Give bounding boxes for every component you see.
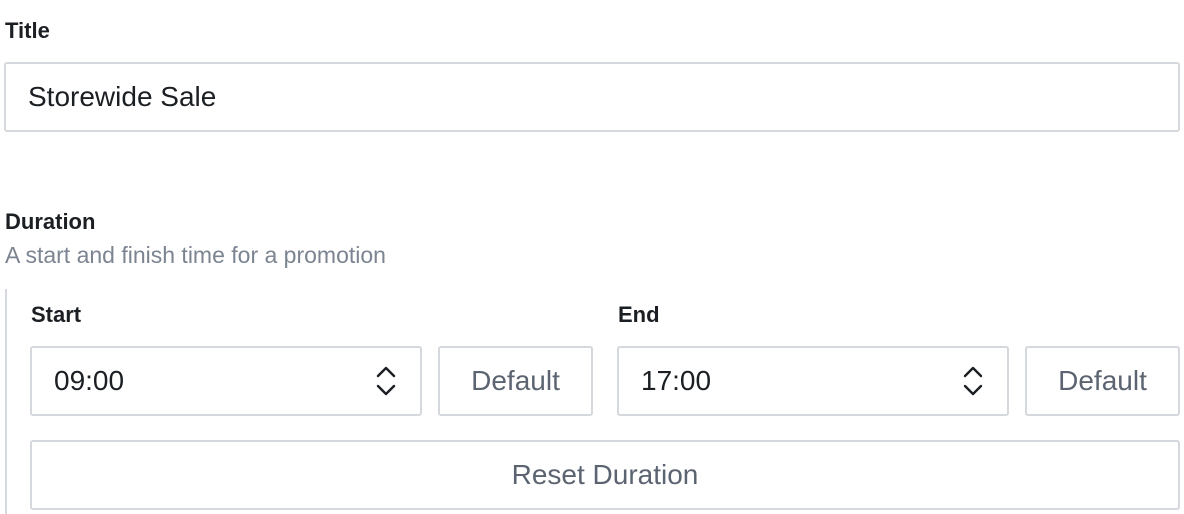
start-label: Start [31,302,82,327]
end-label: End [618,302,660,327]
duration-label: Duration [5,209,96,234]
duration-group-divider [5,289,7,514]
end-default-button[interactable]: Default [1025,346,1180,416]
chevron-updown-icon [374,363,398,399]
start-time-value: 09:00 [54,365,125,396]
title-label: Title [5,18,50,43]
start-default-button[interactable]: Default [438,346,593,416]
duration-description: A start and finish time for a promotion [5,242,386,268]
reset-duration-button[interactable]: Reset Duration [30,440,1180,510]
end-time-value: 17:00 [641,365,712,396]
start-time-select[interactable]: 09:00 [30,346,422,416]
end-time-select[interactable]: 17:00 [617,346,1009,416]
title-input[interactable] [4,62,1180,132]
promotion-form: Title Duration A start and finish time f… [0,0,1184,514]
chevron-updown-icon [961,363,985,399]
